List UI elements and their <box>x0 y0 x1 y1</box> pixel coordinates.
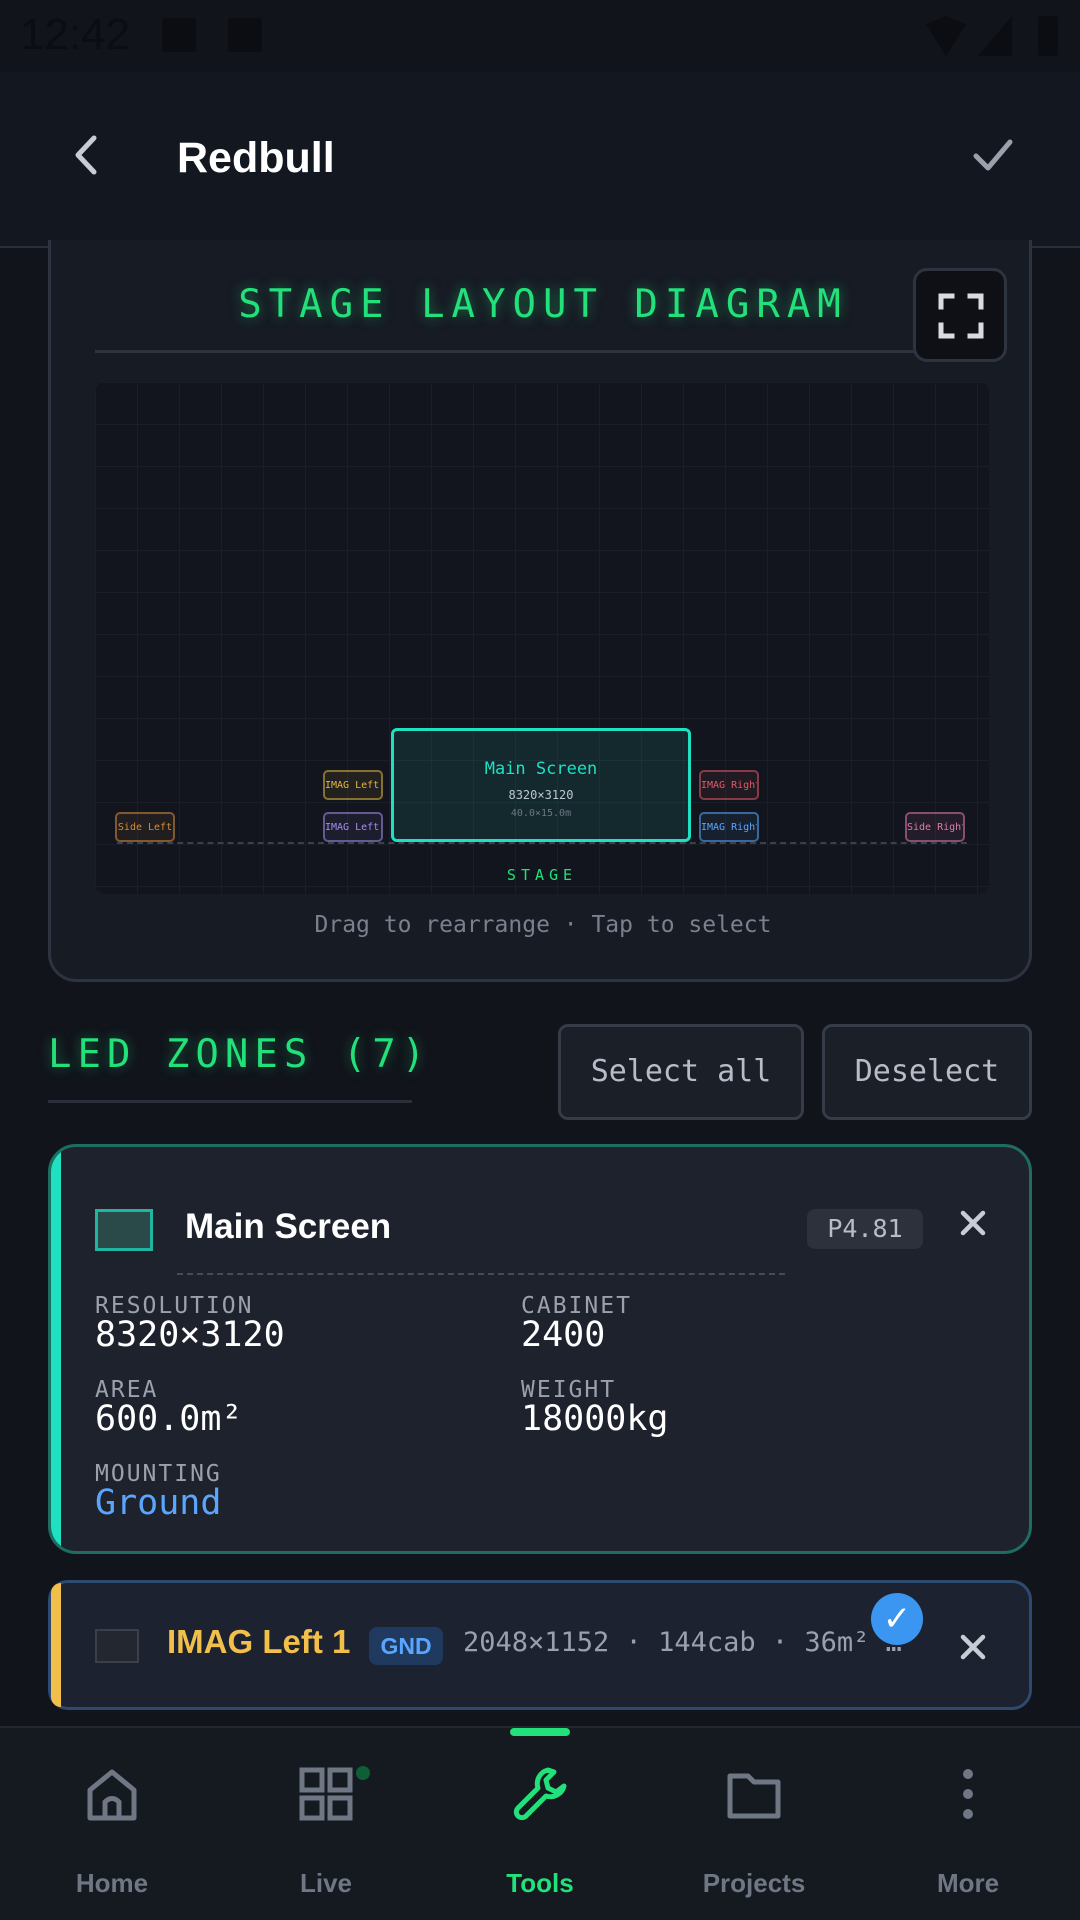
zone-accent-bar <box>51 1583 61 1707</box>
stage-line <box>117 842 967 844</box>
home-icon <box>87 1769 137 1821</box>
zone-main-screen[interactable]: Main Screen 8320×3120 40.0×15.0m <box>391 728 691 842</box>
zone-name: Main Screen <box>185 1207 392 1246</box>
signal-icon <box>978 16 1012 56</box>
back-arrow-icon[interactable] <box>62 130 112 180</box>
divider <box>48 1100 412 1103</box>
wrench-icon <box>513 1767 567 1821</box>
page-title: Redbull <box>177 134 335 182</box>
area-value: 600.0m² <box>95 1399 243 1439</box>
nav-more[interactable]: More <box>868 1764 1068 1904</box>
zone-label: Side Left <box>117 822 173 833</box>
diagram-title: STAGE LAYOUT DIAGRAM <box>238 282 848 327</box>
divider <box>177 1273 785 1275</box>
zone-label: IMAG Right 2 <box>701 822 759 833</box>
nav-label: Home <box>75 1868 149 1898</box>
zone-label: IMAG Left 2 <box>325 822 381 833</box>
active-tab-indicator <box>510 1728 570 1736</box>
stage-canvas[interactable]: Side Left IMAG Left 1 IMAG Left 2 Main S… <box>95 382 989 894</box>
zone-imag-right-1[interactable]: IMAG Right 1 <box>699 770 759 800</box>
zone-summary: 2048×1152 · 144cab · 36m² · … <box>463 1627 913 1658</box>
zone-label: Main Screen <box>484 759 598 779</box>
zone-color-swatch[interactable] <box>95 1209 153 1251</box>
bottom-navigation: Home Live Tools Projects More <box>0 1726 1080 1920</box>
zone-accent-bar <box>51 1147 61 1551</box>
zone-resolution: 8320×3120 <box>508 788 574 802</box>
battery-icon <box>1038 16 1058 56</box>
more-vertical-icon <box>963 1769 973 1819</box>
dashboard-icon <box>299 1767 353 1821</box>
gallery-icon <box>162 18 196 52</box>
wifi-icon <box>926 16 966 56</box>
zone-side-left[interactable]: Side Left <box>115 812 175 842</box>
pitch-badge: P4.81 <box>807 1209 923 1249</box>
zone-dimensions: 40.0×15.0m <box>510 808 572 819</box>
nav-label: Tools <box>506 1868 574 1898</box>
status-bar: 12:42 <box>0 0 1080 72</box>
fullscreen-button[interactable] <box>913 268 1007 362</box>
mounting-value[interactable]: Ground <box>95 1483 221 1523</box>
stage-diagram-card: STAGE LAYOUT DIAGRAM Side Left IMAG Left… <box>48 240 1032 982</box>
zone-imag-right-2[interactable]: IMAG Right 2 <box>699 812 759 842</box>
live-status-dot <box>356 1766 370 1780</box>
weight-value: 18000kg <box>521 1399 669 1439</box>
mounting-badge: GND <box>369 1627 443 1665</box>
nav-projects[interactable]: Projects <box>654 1764 854 1904</box>
status-time: 12:42 <box>20 10 131 59</box>
select-all-button[interactable]: Select all <box>558 1024 804 1120</box>
stage-label: STAGE <box>506 866 578 884</box>
confirm-check-icon[interactable] <box>968 130 1018 180</box>
divider <box>95 350 925 353</box>
zone-label: IMAG Right 1 <box>701 780 759 791</box>
zone-side-right[interactable]: Side Right <box>905 812 965 842</box>
nav-home[interactable]: Home <box>12 1764 212 1904</box>
zone-name: IMAG Left 1 <box>167 1623 351 1660</box>
drag-hint: Drag to rearrange · Tap to select <box>314 912 772 938</box>
app-bar: Redbull <box>0 72 1080 248</box>
cabinet-value: 2400 <box>521 1315 606 1355</box>
led-zones-title: LED ZONES (7) <box>48 1032 432 1077</box>
close-icon[interactable] <box>949 1623 997 1671</box>
zone-row-imag-left-1[interactable]: IMAG Left 1 GND 2048×1152 · 144cab · 36m… <box>48 1580 1032 1710</box>
folder-icon <box>727 1773 781 1819</box>
nav-label: More <box>936 1868 1000 1898</box>
deselect-button[interactable]: Deselect <box>822 1024 1032 1120</box>
zone-label: Side Right <box>907 822 965 833</box>
zone-label: IMAG Left 1 <box>325 780 381 791</box>
selected-check-icon[interactable]: ✓ <box>871 1593 923 1645</box>
nav-label: Projects <box>702 1868 806 1898</box>
resolution-value: 8320×3120 <box>95 1315 285 1355</box>
zone-card-main-screen[interactable]: Main Screen P4.81 RESOLUTION 8320×3120 C… <box>48 1144 1032 1554</box>
zone-imag-left-2[interactable]: IMAG Left 2 <box>323 812 383 842</box>
fullscreen-icon <box>938 293 984 339</box>
close-icon[interactable] <box>949 1199 997 1247</box>
nav-tools[interactable]: Tools <box>440 1764 640 1904</box>
font-icon <box>228 18 262 52</box>
nav-live[interactable]: Live <box>226 1764 426 1904</box>
zone-imag-left-1[interactable]: IMAG Left 1 <box>323 770 383 800</box>
zone-checkbox[interactable] <box>95 1629 139 1663</box>
nav-label: Live <box>299 1868 353 1898</box>
